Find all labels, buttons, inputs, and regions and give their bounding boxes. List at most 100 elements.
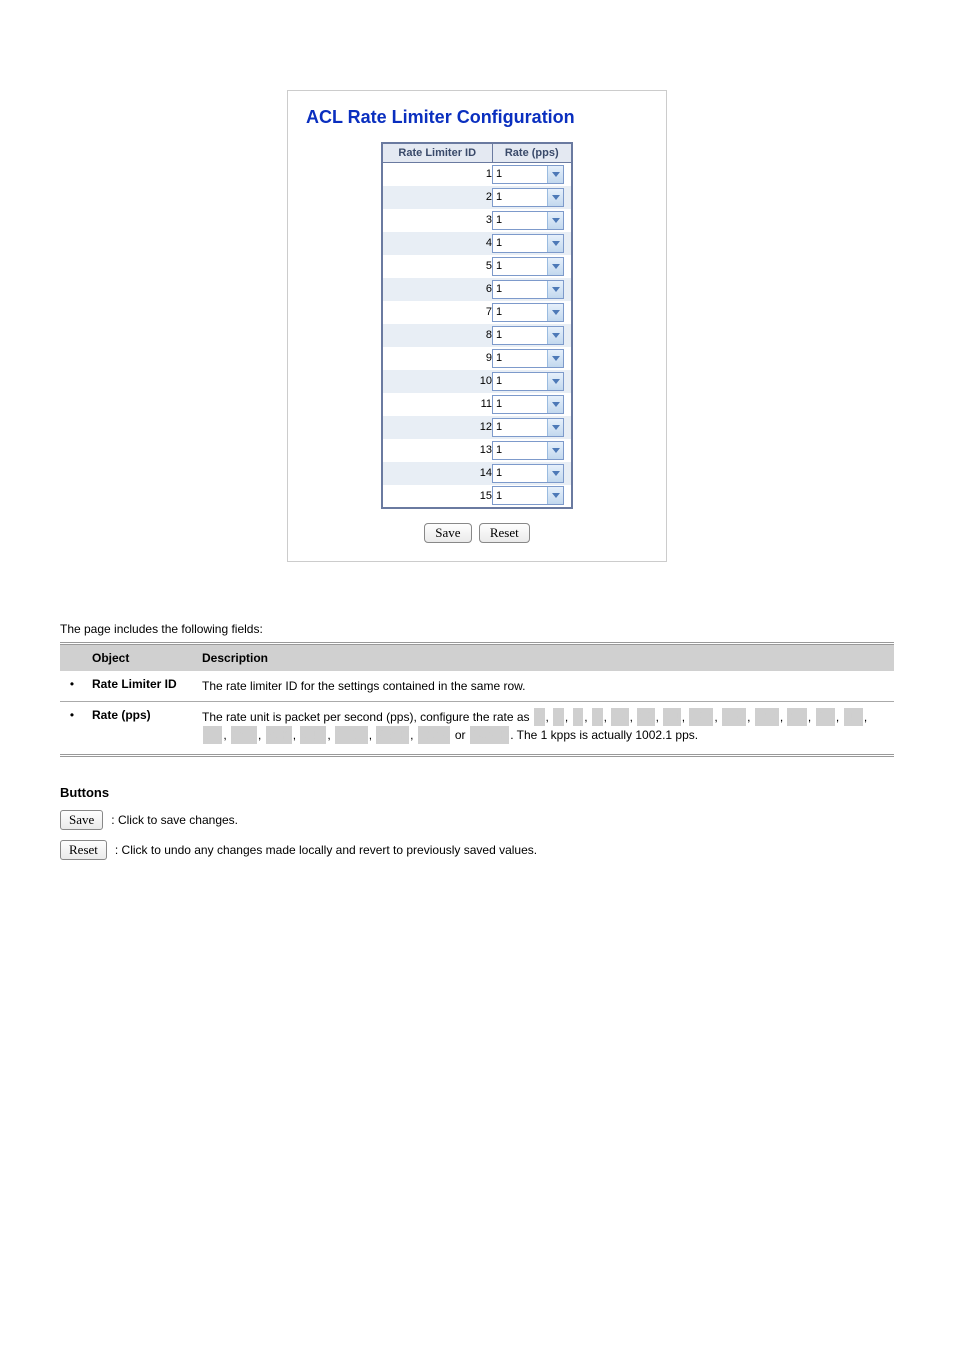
- table-row: 21: [382, 186, 572, 209]
- save-line: Save : Click to save changes.: [60, 810, 894, 830]
- rate-value: 1: [493, 260, 547, 272]
- chevron-down-icon: [547, 235, 563, 252]
- rate-value: 1: [493, 329, 547, 341]
- rate-cell: 1: [492, 439, 572, 462]
- rate-limiter-id: 7: [382, 301, 492, 324]
- rate-limiter-id: 5: [382, 255, 492, 278]
- rate-value: 1: [493, 283, 547, 295]
- rate-option: 1: [534, 708, 545, 726]
- rate-value: 1: [493, 375, 547, 387]
- rate-limiter-id: 1: [382, 163, 492, 186]
- col-header-id: Rate Limiter ID: [382, 143, 492, 163]
- rate-select[interactable]: 1: [492, 464, 564, 483]
- rate-option: 512K: [418, 726, 451, 744]
- rate-limiter-id: 8: [382, 324, 492, 347]
- rate-select[interactable]: 1: [492, 395, 564, 414]
- table-row: 121: [382, 416, 572, 439]
- rate-limiter-id: 12: [382, 416, 492, 439]
- rate-select[interactable]: 1: [492, 303, 564, 322]
- rate-limiter-id: 9: [382, 347, 492, 370]
- rate-select[interactable]: 1: [492, 441, 564, 460]
- col-header-rate: Rate (pps): [492, 143, 572, 163]
- rate-limiter-id: 3: [382, 209, 492, 232]
- rate-limiter-id: 6: [382, 278, 492, 301]
- table-row: 91: [382, 347, 572, 370]
- rate-option: 64K: [300, 726, 326, 744]
- rate-value: 1: [493, 237, 547, 249]
- desc-r2-text: The rate unit is packet per second (pps)…: [194, 701, 894, 750]
- rate-value: 1: [493, 168, 547, 180]
- table-row: 81: [382, 324, 572, 347]
- rate-select[interactable]: 1: [492, 234, 564, 253]
- rate-select[interactable]: 1: [492, 486, 564, 505]
- rate-select[interactable]: 1: [492, 280, 564, 299]
- table-row: 61: [382, 278, 572, 301]
- rate-cell: 1: [492, 232, 572, 255]
- rate-option: 1K: [787, 708, 806, 726]
- rate-option: 64: [663, 708, 680, 726]
- rate-value: 1: [493, 467, 547, 479]
- rate-cell: 1: [492, 462, 572, 485]
- desc-r1-text: The rate limiter ID for the settings con…: [194, 671, 894, 702]
- save-button-sample[interactable]: Save: [60, 810, 103, 830]
- rate-select[interactable]: 1: [492, 326, 564, 345]
- save-button[interactable]: Save: [424, 523, 471, 543]
- chevron-down-icon: [547, 189, 563, 206]
- table-row: 131: [382, 439, 572, 462]
- chevron-down-icon: [547, 350, 563, 367]
- rate-cell: 1: [492, 255, 572, 278]
- rate-cell: 1: [492, 485, 572, 508]
- rate-option: 128K: [335, 726, 368, 744]
- rate-option: 16: [611, 708, 628, 726]
- rate-select[interactable]: 1: [492, 372, 564, 391]
- chevron-down-icon: [547, 304, 563, 321]
- rate-option: 1024K: [470, 726, 509, 744]
- rate-cell: 1: [492, 163, 572, 186]
- rate-select[interactable]: 1: [492, 211, 564, 230]
- rate-select[interactable]: 1: [492, 418, 564, 437]
- rate-option: 32: [637, 708, 654, 726]
- rate-value: 1: [493, 352, 547, 364]
- reset-button-sample[interactable]: Reset: [60, 840, 107, 860]
- chevron-down-icon: [547, 373, 563, 390]
- rate-select[interactable]: 1: [492, 188, 564, 207]
- rate-limiter-id: 4: [382, 232, 492, 255]
- chevron-down-icon: [547, 487, 563, 504]
- rate-limiter-id: 11: [382, 393, 492, 416]
- desc-header-description: Description: [194, 645, 894, 671]
- button-row: Save Reset: [300, 523, 654, 543]
- description-block: The page includes the following fields: …: [60, 622, 894, 757]
- chevron-down-icon: [547, 327, 563, 344]
- chevron-down-icon: [547, 212, 563, 229]
- buttons-block: Buttons Save : Click to save changes. Re…: [60, 785, 894, 860]
- table-row: 141: [382, 462, 572, 485]
- chevron-down-icon: [547, 442, 563, 459]
- bullet-icon: •: [60, 701, 84, 750]
- rate-cell: 1: [492, 324, 572, 347]
- rate-value: 1: [493, 398, 547, 410]
- buttons-heading: Buttons: [60, 785, 894, 800]
- table-row: 151: [382, 485, 572, 508]
- rate-option: 2: [553, 708, 564, 726]
- reset-button[interactable]: Reset: [479, 523, 530, 543]
- rate-cell: 1: [492, 416, 572, 439]
- rate-select[interactable]: 1: [492, 349, 564, 368]
- rate-cell: 1: [492, 186, 572, 209]
- desc-row-2: • Rate (pps) The rate unit is packet per…: [60, 701, 894, 750]
- rate-cell: 1: [492, 301, 572, 324]
- desc-row-1: • Rate Limiter ID The rate limiter ID fo…: [60, 671, 894, 702]
- chevron-down-icon: [547, 281, 563, 298]
- rate-option: 16K: [231, 726, 257, 744]
- desc-r2-obj: Rate (pps): [92, 708, 151, 722]
- rate-select[interactable]: 1: [492, 165, 564, 184]
- rate-limiter-id: 10: [382, 370, 492, 393]
- rate-select[interactable]: 1: [492, 257, 564, 276]
- table-row: 111: [382, 393, 572, 416]
- rate-value: 1: [493, 191, 547, 203]
- rate-option: 32K: [266, 726, 292, 744]
- table-row: 11: [382, 163, 572, 186]
- desc-header-object: Object: [84, 645, 194, 671]
- rate-option: 2K: [816, 708, 835, 726]
- rate-option: 4K: [844, 708, 863, 726]
- table-row: 101: [382, 370, 572, 393]
